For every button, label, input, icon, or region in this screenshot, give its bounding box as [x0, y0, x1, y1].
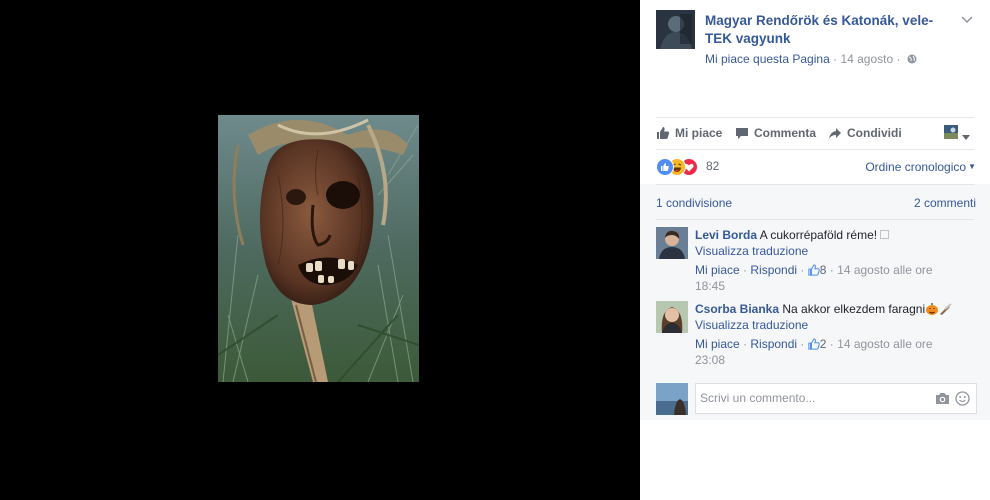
- comment-composer[interactable]: [695, 383, 977, 414]
- divider: [656, 219, 974, 220]
- comment-order-label: Ordine cronologico: [865, 160, 967, 174]
- like-page-link[interactable]: Mi piace questa Pagina: [705, 52, 830, 66]
- photo-viewer[interactable]: [0, 0, 640, 500]
- camera-icon[interactable]: [935, 392, 950, 408]
- viewer-avatar-image: [656, 383, 688, 415]
- comment-likes[interactable]: 2: [808, 337, 827, 351]
- commenter-name[interactable]: Levi Borda: [695, 228, 757, 242]
- share-as-avatar[interactable]: [944, 125, 958, 139]
- comment-actions: Mi piace · Rispondi · 2 · 14 agosto alle…: [695, 337, 933, 351]
- translate-link[interactable]: Visualizza traduzione: [695, 317, 975, 333]
- post-photo[interactable]: [218, 115, 419, 382]
- thumbs-up-icon: [808, 338, 820, 350]
- share-button[interactable]: Condividi: [828, 124, 902, 142]
- page-avatar-mini-icon: [944, 125, 958, 139]
- comment-icon: [736, 128, 748, 139]
- share-label: Condividi: [847, 126, 902, 140]
- emoji-icon[interactable]: [955, 391, 970, 409]
- comment-text: Na akkor elkezdem faragni: [782, 302, 926, 316]
- comment-like-count: 2: [819, 337, 827, 351]
- viewer-avatar: [656, 383, 688, 415]
- like-label: Mi piace: [675, 126, 723, 140]
- commenter-avatar[interactable]: [656, 227, 688, 259]
- globe-icon: [907, 53, 917, 67]
- thumbs-up-icon: [808, 264, 820, 276]
- comment-time-cont[interactable]: 18:45: [695, 278, 975, 294]
- like-icon: [656, 158, 674, 176]
- page-avatar-image: [656, 10, 695, 49]
- comment-label: Commenta: [754, 126, 817, 140]
- page-avatar[interactable]: [656, 10, 695, 49]
- commenter-name[interactable]: Csorba Bianka: [695, 302, 779, 316]
- comment-body: Levi Borda A cukorrépaföld réme!: [695, 227, 975, 243]
- comment-reply-button[interactable]: Rispondi: [750, 263, 797, 277]
- commenter-avatar[interactable]: [656, 301, 688, 333]
- post-meta: Mi piace questa Pagina · 14 agosto ·: [705, 52, 917, 67]
- thumbs-up-icon: [657, 127, 670, 139]
- comment-input[interactable]: [700, 391, 920, 405]
- comment-time-cont[interactable]: 23:08: [695, 352, 975, 368]
- post-date[interactable]: 14 agosto: [840, 52, 893, 66]
- comment-like-count: 8: [819, 263, 827, 277]
- comment-text: A cukorrépaföld réme!: [759, 228, 878, 242]
- post-panel: Magyar Rendőrök és Katonák, vele-TEK vag…: [640, 0, 990, 500]
- meta-separator: ·: [896, 52, 901, 66]
- comment-reply-button[interactable]: Rispondi: [750, 337, 797, 351]
- post-actions: Mi piace Commenta Condividi: [656, 124, 976, 142]
- divider: [656, 149, 974, 150]
- commenter-avatar-image: [656, 227, 688, 259]
- caret-down-icon[interactable]: [962, 130, 970, 144]
- reaction-count: 82: [706, 159, 720, 173]
- chevron-down-icon[interactable]: [959, 12, 975, 28]
- comment-time[interactable]: 14 agosto alle ore: [837, 337, 932, 351]
- comment-like-button[interactable]: Mi piace: [695, 337, 740, 351]
- page-name-link[interactable]: Magyar Rendőrök és Katonák, vele-TEK vag…: [705, 12, 955, 48]
- comments-count-link[interactable]: 2 commenti: [914, 196, 976, 210]
- divider: [656, 117, 974, 118]
- like-button[interactable]: Mi piace: [656, 124, 722, 142]
- translate-link[interactable]: Visualizza traduzione: [695, 243, 975, 259]
- caret-down-icon: ▼: [968, 162, 976, 171]
- comment-actions: Mi piace · Rispondi · 8 · 14 agosto alle…: [695, 263, 933, 277]
- commenter-avatar-image: [656, 301, 688, 333]
- shares-count-link[interactable]: 1 condivisione: [656, 196, 732, 210]
- unsupported-emoji-icon: [880, 230, 890, 239]
- share-icon: [829, 128, 841, 139]
- comment-time[interactable]: 14 agosto alle ore: [837, 263, 932, 277]
- comment-button[interactable]: Commenta: [735, 124, 816, 142]
- meta-separator: ·: [833, 52, 838, 66]
- carved-face-image: [218, 115, 419, 382]
- divider: [656, 184, 974, 185]
- comment-order-dropdown[interactable]: Ordine cronologico ▼: [865, 160, 976, 174]
- comment-like-button[interactable]: Mi piace: [695, 263, 740, 277]
- comment-likes[interactable]: 8: [808, 263, 827, 277]
